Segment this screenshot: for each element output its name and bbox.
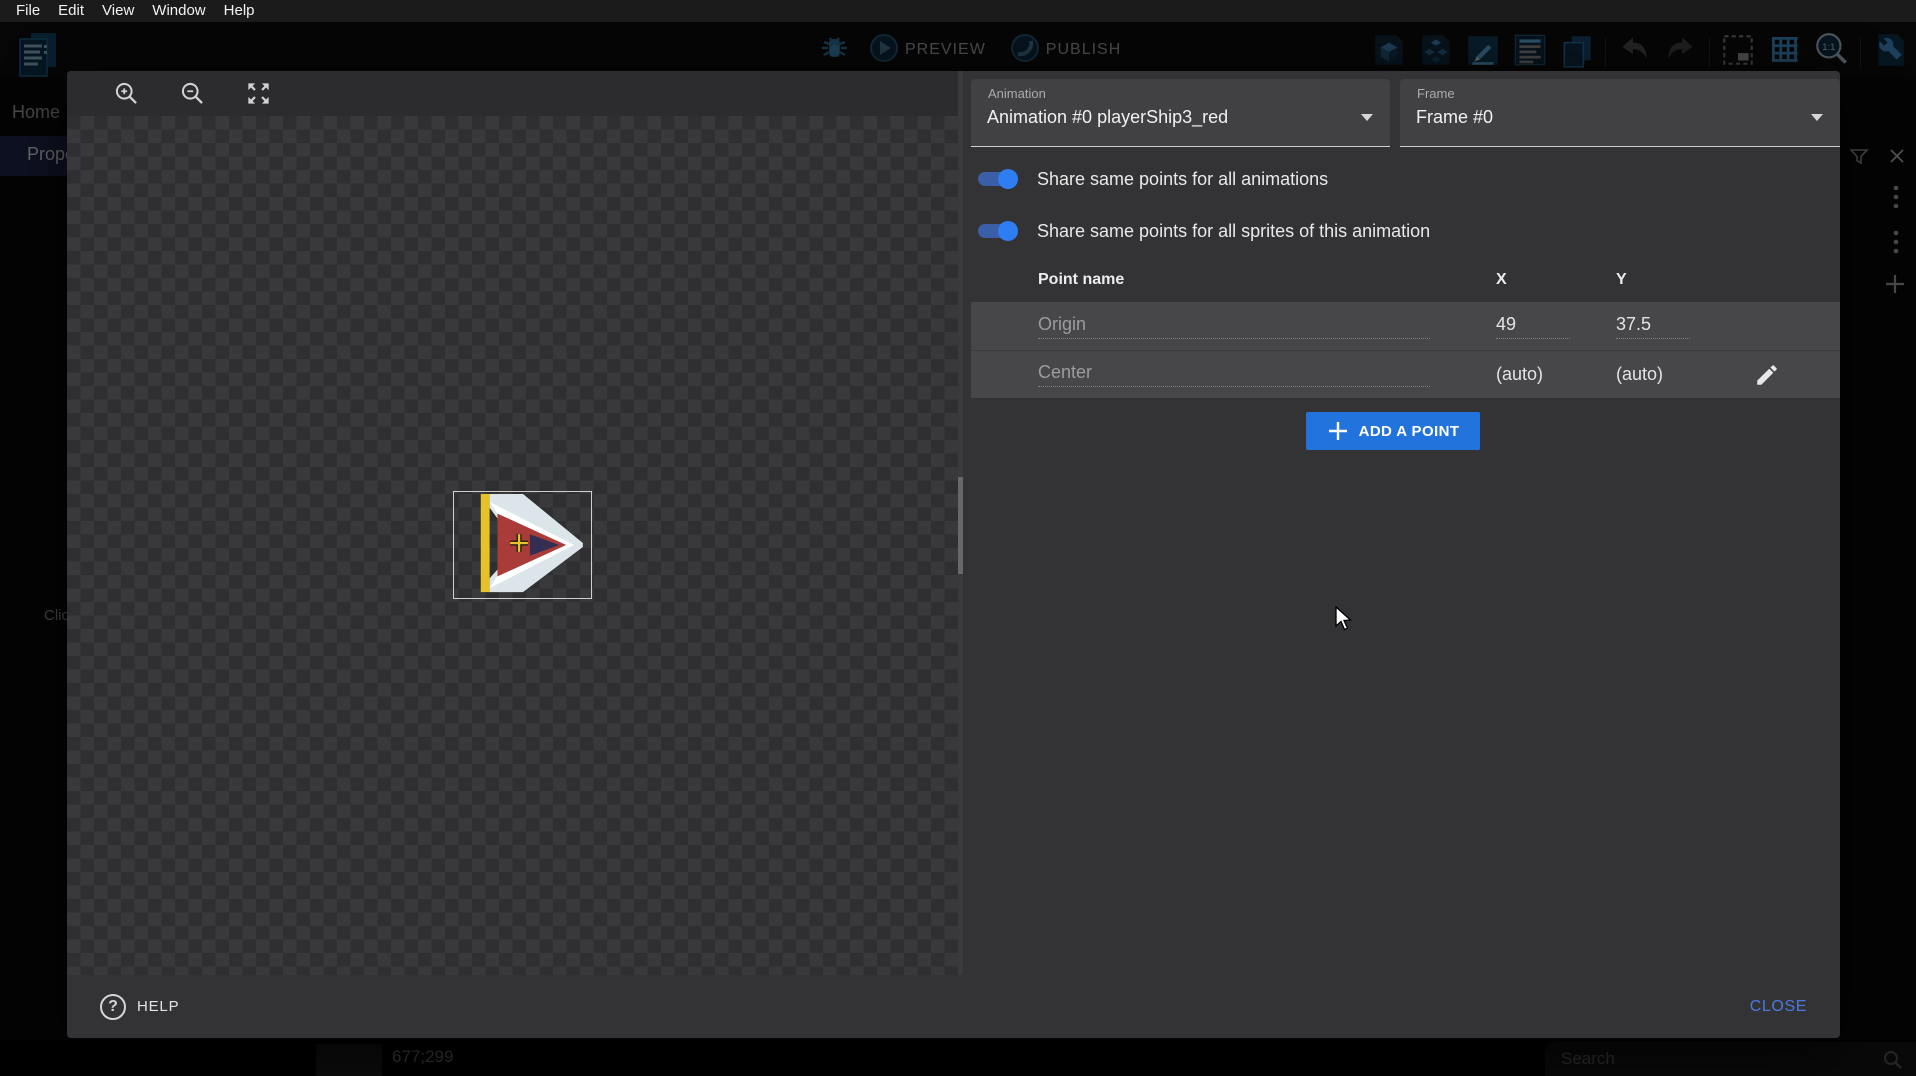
- toggle-label: Share same points for all animations: [1037, 169, 1328, 190]
- toggle-label: Share same points for all sprites of thi…: [1037, 221, 1430, 242]
- canvas-scrollbar-thumb[interactable]: [958, 477, 963, 574]
- canvas-toolbar: [67, 71, 960, 116]
- origin-name-field[interactable]: Origin: [1038, 314, 1430, 339]
- add-a-point-label: ADD A POINT: [1359, 423, 1460, 440]
- menu-bar: File Edit View Window Help: [0, 0, 1916, 22]
- share-points-all-sprites-toggle[interactable]: [978, 221, 1019, 241]
- dialog-footer: ? HELP CLOSE: [67, 975, 1840, 1038]
- animation-select-label: Animation: [988, 86, 1046, 101]
- share-points-animations-row: Share same points for all animations: [971, 162, 1328, 196]
- menu-window[interactable]: Window: [143, 0, 214, 22]
- help-label: HELP: [137, 998, 179, 1015]
- animation-select[interactable]: Animation Animation #0 playerShip3_red: [971, 79, 1390, 147]
- point-row-center: Center (auto) (auto): [971, 350, 1840, 398]
- menu-view[interactable]: View: [93, 0, 143, 22]
- center-y-value: (auto): [1616, 364, 1690, 385]
- origin-y-field[interactable]: 37.5: [1616, 314, 1690, 339]
- origin-x-field[interactable]: 49: [1496, 314, 1570, 339]
- column-header-y: Y: [1616, 271, 1627, 289]
- edit-points-dialog: Animation Animation #0 playerShip3_red F…: [67, 71, 1840, 1038]
- menu-file[interactable]: File: [7, 0, 49, 22]
- sprite-preview-canvas[interactable]: [67, 116, 958, 975]
- screen: File Edit View Window Help: [0, 0, 1916, 1076]
- player-ship-sprite: [454, 492, 591, 598]
- column-header-x: X: [1496, 271, 1507, 289]
- help-icon: ?: [100, 994, 126, 1020]
- sprite-frame-image: [453, 491, 592, 599]
- frame-select-label: Frame: [1417, 86, 1455, 101]
- chevron-down-icon: [1810, 109, 1824, 127]
- share-points-sprites-row: Share same points for all sprites of thi…: [971, 214, 1430, 248]
- close-button[interactable]: CLOSE: [1750, 998, 1807, 1016]
- frame-select-value: Frame #0: [1416, 107, 1493, 128]
- frame-select[interactable]: Frame Frame #0: [1400, 79, 1840, 147]
- help-button[interactable]: ? HELP: [100, 994, 179, 1020]
- pencil-icon: [1754, 362, 1780, 388]
- center-name-field[interactable]: Center: [1038, 362, 1430, 387]
- canvas-scrollbar: [958, 71, 963, 975]
- mouse-cursor: [1334, 606, 1356, 638]
- fit-to-screen-button[interactable]: [244, 79, 272, 107]
- menu-help[interactable]: Help: [215, 0, 264, 22]
- menu-edit[interactable]: Edit: [49, 0, 93, 22]
- zoom-out-button[interactable]: [178, 79, 206, 107]
- share-points-all-animations-toggle[interactable]: [978, 169, 1019, 189]
- center-x-value: (auto): [1496, 364, 1570, 385]
- animation-select-value: Animation #0 playerShip3_red: [987, 107, 1228, 128]
- chevron-down-icon: [1360, 109, 1374, 127]
- edit-center-point-button[interactable]: [1750, 358, 1784, 392]
- zoom-in-button[interactable]: [112, 79, 140, 107]
- column-header-point-name: Point name: [1038, 271, 1124, 289]
- add-a-point-button[interactable]: ADD A POINT: [1306, 412, 1480, 450]
- point-row-origin: Origin 49 37.5: [971, 302, 1840, 350]
- plus-icon: [1327, 420, 1349, 442]
